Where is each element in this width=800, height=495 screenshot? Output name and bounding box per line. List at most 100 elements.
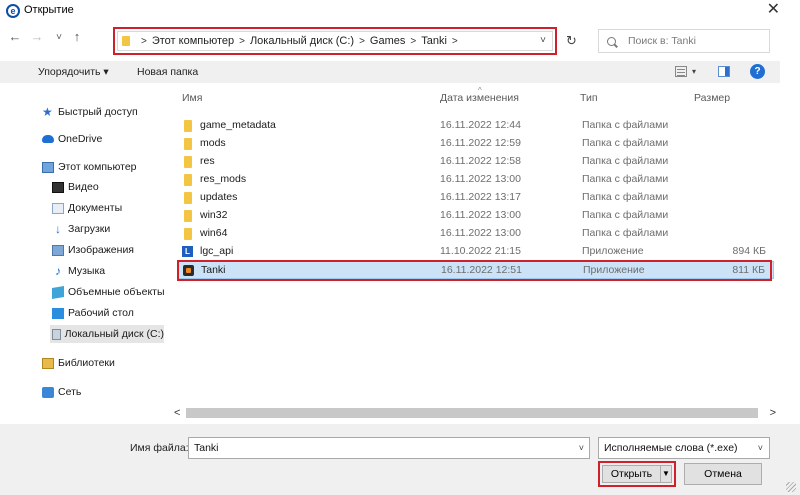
file-type-select[interactable]: Исполняемые слова (*.exe) ˅ <box>598 437 770 459</box>
file-date: 16.11.2022 12:44 <box>440 119 521 131</box>
sidebar-item-this-pc[interactable]: Этот компьютер <box>42 158 137 176</box>
file-name: mods <box>200 137 226 149</box>
sidebar-item-3d-objects[interactable]: Объемные объекты <box>52 283 165 301</box>
preview-pane-icon[interactable] <box>718 66 730 77</box>
sidebar-item-images[interactable]: Изображения <box>52 241 134 259</box>
title-bar: e Открытие ✕ <box>0 0 800 22</box>
search-input[interactable]: Поиск в: Tanki <box>598 29 770 53</box>
scroll-left-icon[interactable]: < <box>174 406 180 420</box>
sidebar-item-quick-access[interactable]: ★ Быстрый доступ <box>42 103 138 121</box>
file-size: 811 КБ <box>732 264 765 276</box>
resize-grip[interactable] <box>786 482 796 492</box>
up-button[interactable]: ↑ <box>70 30 84 44</box>
folder-icon <box>122 36 130 46</box>
address-bar[interactable]: > Этот компьютер > Локальный диск (C:) >… <box>117 31 553 51</box>
file-row[interactable]: L lgc_api 11.10.2022 21:15 Приложение 89… <box>178 243 774 261</box>
scrollbar-thumb[interactable] <box>186 408 758 418</box>
history-dropdown-button[interactable]: ˅ <box>52 31 66 45</box>
disk-icon <box>52 328 61 340</box>
sidebar-item-label: OneDrive <box>58 133 103 145</box>
file-type: Папка с файлами <box>582 155 669 167</box>
column-header-size[interactable]: Размер <box>694 92 730 104</box>
sidebar-item-libraries[interactable]: Библиотеки <box>42 354 115 372</box>
file-row[interactable]: res_mods 16.11.2022 13:00 Папка с файлам… <box>178 171 774 189</box>
breadcrumb-games[interactable]: Games <box>370 35 405 47</box>
file-name: win64 <box>200 227 228 239</box>
sidebar-item-network[interactable]: Сеть <box>42 383 81 401</box>
lgc-app-icon: L <box>182 246 193 257</box>
documents-icon <box>52 202 64 214</box>
sidebar-item-local-disk[interactable]: Локальный диск (C:) <box>50 325 164 343</box>
file-row[interactable]: win64 16.11.2022 13:00 Папка с файлами <box>178 225 774 243</box>
file-name: lgc_api <box>200 245 234 257</box>
images-icon <box>52 244 64 256</box>
sidebar-item-label: Рабочий стол <box>68 307 134 319</box>
back-button[interactable]: ← <box>8 30 22 44</box>
file-date: 16.11.2022 12:51 <box>441 264 522 276</box>
sidebar-item-downloads[interactable]: ↓ Загрузки <box>52 220 110 238</box>
command-bar: Упорядочить ▾ Новая папка ▾ ? <box>0 61 780 83</box>
sidebar-item-label: Локальный диск (C:) <box>64 328 164 340</box>
chevron-down-icon[interactable]: ˅ <box>540 35 546 46</box>
tanki-app-icon <box>183 265 194 276</box>
file-date: 16.11.2022 12:59 <box>440 137 521 149</box>
new-folder-button[interactable]: Новая папка <box>137 66 198 78</box>
open-button[interactable]: Открыть <box>602 465 661 483</box>
file-row[interactable]: win32 16.11.2022 13:00 Папка с файлами <box>178 207 774 225</box>
folder-icon <box>184 156 192 168</box>
file-name: res_mods <box>200 173 247 185</box>
open-dropdown-button[interactable]: ▼ <box>661 465 672 483</box>
close-button[interactable]: ✕ <box>767 2 780 18</box>
file-row[interactable]: updates 16.11.2022 13:17 Папка с файлами <box>178 189 774 207</box>
computer-icon <box>42 161 54 173</box>
file-name: Tanki <box>201 264 226 276</box>
file-name: res <box>200 155 215 167</box>
column-header-type[interactable]: Тип <box>580 92 598 104</box>
address-bar-highlight: > Этот компьютер > Локальный диск (C:) >… <box>113 27 557 55</box>
navigation-pane: ★ Быстрый доступ OneDrive Этот компьютер… <box>30 88 170 406</box>
horizontal-scrollbar[interactable]: < > <box>172 406 780 420</box>
chevron-down-icon[interactable]: ˅ <box>579 438 584 458</box>
sidebar-item-music[interactable]: ♪ Музыка <box>52 262 105 280</box>
dialog-footer: Имя файла: Tanki ˅ Исполняемые слова (*.… <box>0 424 800 495</box>
refresh-button[interactable]: ↻ <box>566 33 577 49</box>
open-button-highlight: Открыть ▼ <box>598 461 676 487</box>
sidebar-item-video[interactable]: Видео <box>52 178 99 196</box>
scroll-right-icon[interactable]: > <box>770 406 776 420</box>
file-row[interactable]: mods 16.11.2022 12:59 Папка с файлами <box>178 135 774 153</box>
chevron-down-icon[interactable]: ˅ <box>758 438 763 458</box>
filename-value: Tanki <box>194 442 219 454</box>
file-list: ^ Имя Дата изменения Тип Размер game_met… <box>176 86 776 404</box>
help-icon[interactable]: ? <box>750 64 765 79</box>
column-header-name[interactable]: Имя <box>182 92 202 104</box>
file-size: 894 КБ <box>732 245 766 257</box>
file-date: 16.11.2022 13:00 <box>440 173 521 185</box>
folder-icon <box>184 174 192 186</box>
sidebar-item-documents[interactable]: Документы <box>52 199 122 217</box>
chevron-down-icon[interactable]: ▾ <box>692 67 696 76</box>
window-title: Открытие <box>24 4 74 16</box>
cancel-button[interactable]: Отмена <box>684 463 762 485</box>
organize-button[interactable]: Упорядочить ▾ <box>38 66 109 78</box>
column-header-date[interactable]: Дата изменения <box>440 92 519 104</box>
breadcrumb-local-disk[interactable]: Локальный диск (C:) <box>250 35 354 47</box>
folder-icon <box>184 210 192 222</box>
file-type-value: Исполняемые слова (*.exe) <box>604 442 738 454</box>
breadcrumb-this-pc[interactable]: Этот компьютер <box>152 35 234 47</box>
forward-button[interactable]: → <box>30 30 44 44</box>
video-icon <box>52 181 64 193</box>
breadcrumb-tanki[interactable]: Tanki <box>421 35 447 47</box>
file-row[interactable]: res 16.11.2022 12:58 Папка с файлами <box>178 153 774 171</box>
file-row[interactable]: game_metadata 16.11.2022 12:44 Папка с ф… <box>178 117 774 135</box>
sidebar-item-desktop[interactable]: Рабочий стол <box>52 304 134 322</box>
music-icon: ♪ <box>55 263 61 278</box>
file-name: win32 <box>200 209 228 221</box>
file-row-selected[interactable]: Tanki 16.11.2022 12:51 Приложение 811 КБ <box>178 261 774 279</box>
view-options-icon[interactable] <box>675 66 687 77</box>
filename-label: Имя файла: <box>130 442 189 454</box>
sidebar-item-onedrive[interactable]: OneDrive <box>42 130 102 148</box>
file-type: Папка с файлами <box>582 191 669 203</box>
sidebar-item-label: Быстрый доступ <box>58 106 138 118</box>
filename-input[interactable]: Tanki ˅ <box>188 437 590 459</box>
file-date: 16.11.2022 13:00 <box>440 227 521 239</box>
